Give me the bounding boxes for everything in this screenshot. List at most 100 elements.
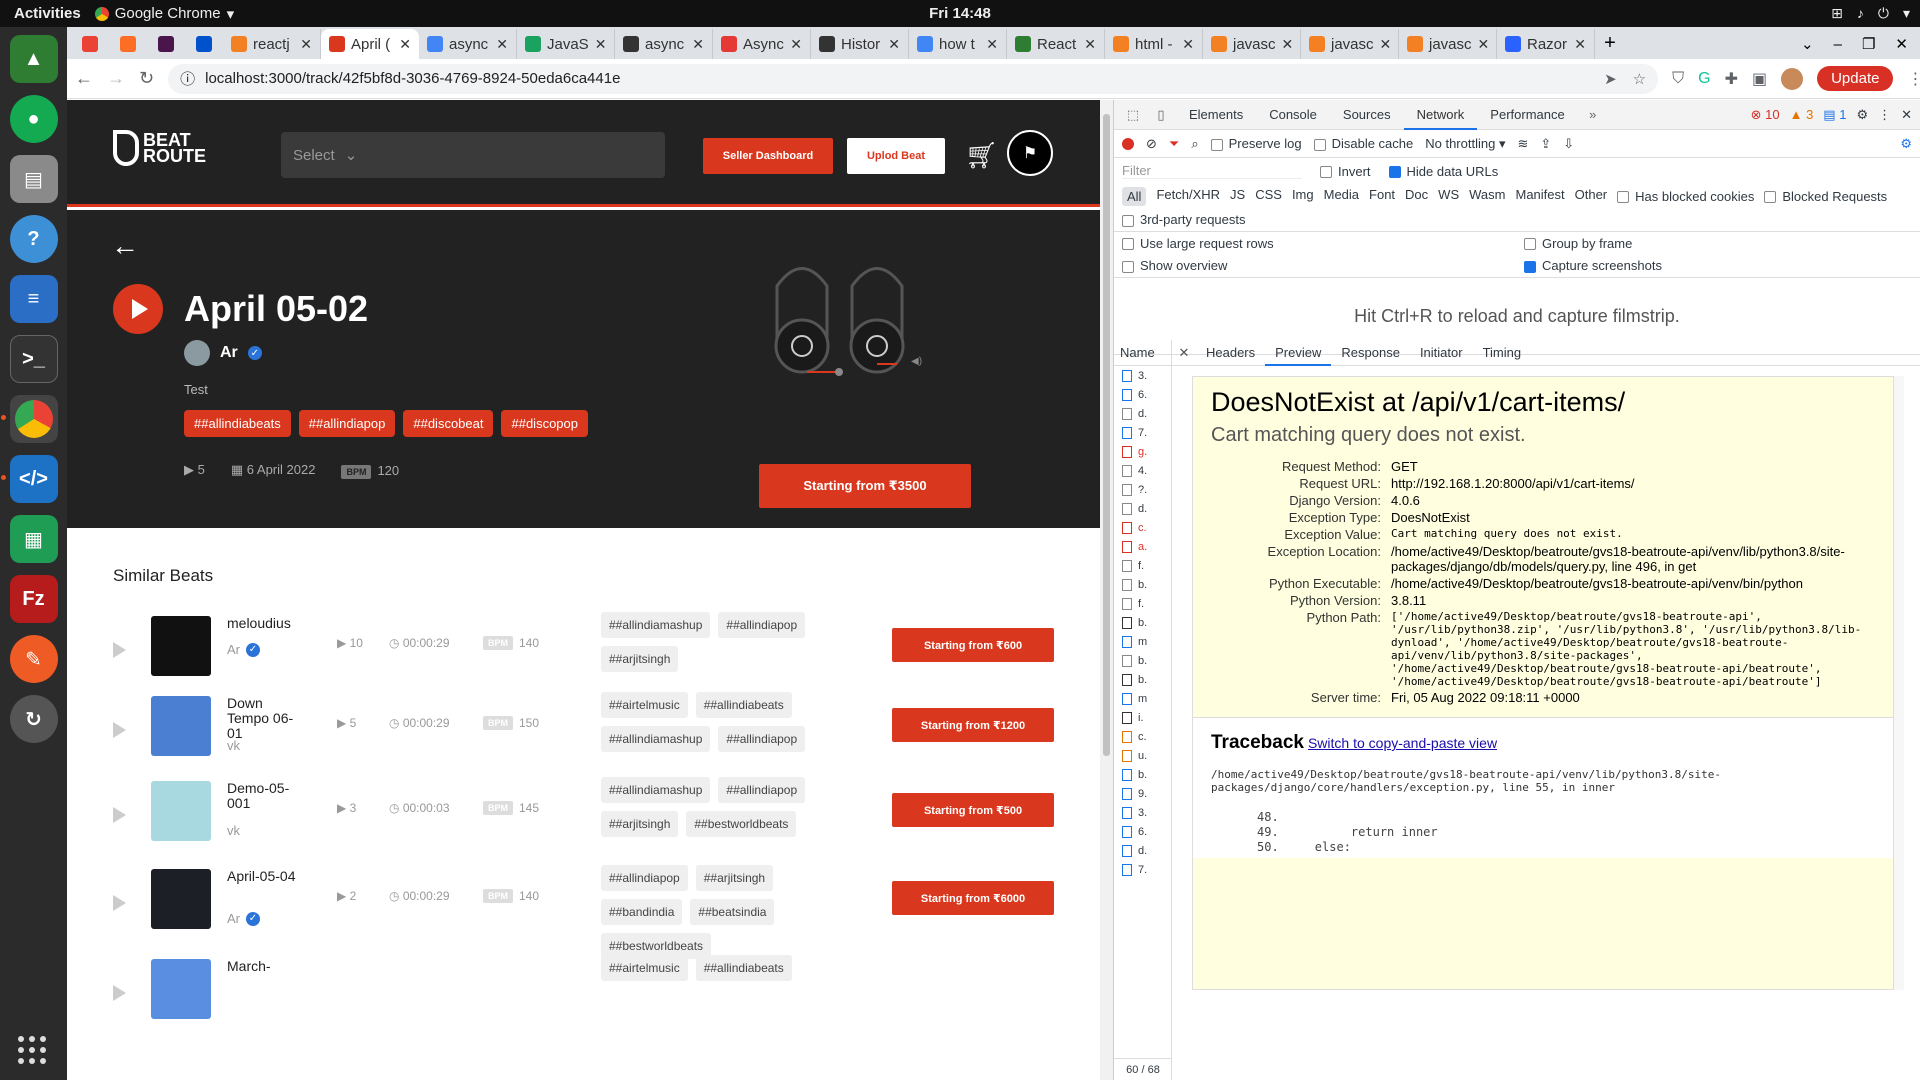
beat-artist[interactable]: Ar ✓ <box>227 642 260 657</box>
browser-tab[interactable]: Razor ✕ <box>1497 29 1595 59</box>
hashtag[interactable]: ##allindiabeats <box>184 410 291 437</box>
new-tab-button[interactable]: + <box>1595 29 1625 59</box>
copy-paste-view-link[interactable]: Switch to copy-and-paste view <box>1308 735 1497 751</box>
throttling-select[interactable]: No throttling ▾ <box>1425 136 1505 152</box>
message-count[interactable]: ▤ 1 <box>1823 107 1846 123</box>
devtools-tab-network[interactable]: Network <box>1403 100 1478 130</box>
request-row[interactable]: 9. <box>1114 784 1171 803</box>
type-filter-manifest[interactable]: Manifest <box>1515 187 1564 206</box>
request-row[interactable]: u. <box>1114 746 1171 765</box>
type-filter-all[interactable]: All <box>1122 186 1147 206</box>
beat-name[interactable]: Down Tempo 06-01 <box>227 696 307 741</box>
scrollbar-thumb[interactable] <box>1103 114 1110 756</box>
browser-tab[interactable]: javasc ✕ <box>1301 29 1399 59</box>
request-row[interactable]: b. <box>1114 670 1171 689</box>
help-icon[interactable]: ? <box>9 215 58 263</box>
hashtag[interactable]: ##beatsindia <box>690 899 775 925</box>
hashtag[interactable]: ##arjitsingh <box>695 865 774 891</box>
browser-tab[interactable]: html - ✕ <box>1105 29 1203 59</box>
detail-tab-preview[interactable]: Preview <box>1265 340 1332 366</box>
beat-name[interactable]: April-05-04 <box>227 869 307 884</box>
browser-tab[interactable]: how t ✕ <box>909 29 1007 59</box>
system-tray[interactable]: ⊞ ♪ ⏻ ▾ <box>1831 5 1910 22</box>
software-updater-icon[interactable]: ↻ <box>9 695 58 743</box>
writer-icon[interactable]: ≡ <box>9 275 58 323</box>
hashtag[interactable]: ##allindiapop <box>298 410 396 437</box>
hashtag[interactable]: ##allindiabeats <box>695 692 792 718</box>
browser-tab[interactable]: reactj ✕ <box>223 29 321 59</box>
more-menu-icon[interactable]: ⋮ <box>1907 69 1920 89</box>
type-filter-ws[interactable]: WS <box>1438 187 1459 206</box>
beat-artist[interactable]: vk <box>227 823 240 838</box>
bookmark-star-icon[interactable]: ☆ <box>1633 70 1646 88</box>
play-icon[interactable] <box>113 642 126 658</box>
site-logo[interactable]: BEAT ROUTE <box>113 130 206 166</box>
beat-thumbnail[interactable] <box>151 869 211 929</box>
record-icon[interactable] <box>1122 137 1134 150</box>
type-filter-fetch-xhr[interactable]: Fetch/XHR <box>1156 187 1220 206</box>
detail-tab-headers[interactable]: Headers <box>1196 340 1265 366</box>
inspect-element-icon[interactable]: ⬚ <box>1120 107 1146 123</box>
update-button[interactable]: Update <box>1817 66 1894 91</box>
preview-scrollbar[interactable] <box>1894 376 1904 990</box>
tab-close-icon[interactable]: ✕ <box>1084 36 1096 53</box>
close-devtools-icon[interactable]: ✕ <box>1901 107 1912 123</box>
type-filter-font[interactable]: Font <box>1369 187 1395 206</box>
request-row[interactable]: f. <box>1114 594 1171 613</box>
upload-beat-button[interactable]: Uplod Beat <box>847 138 945 174</box>
hashtag[interactable]: ##allindiabeats <box>695 955 792 981</box>
type-filter-doc[interactable]: Doc <box>1405 187 1428 206</box>
type-filter-wasm[interactable]: Wasm <box>1469 187 1505 206</box>
beat-name[interactable]: March- <box>227 959 307 974</box>
tab-close-icon[interactable]: ✕ <box>986 36 998 53</box>
play-icon[interactable] <box>113 895 126 911</box>
address-bar[interactable]: ⓘ localhost:3000/track/42f5bf8d-3036-476… <box>168 63 1659 94</box>
type-filter-media[interactable]: Media <box>1324 187 1359 206</box>
tab-close-icon[interactable]: ✕ <box>1478 36 1490 53</box>
tab-close-icon[interactable]: ✕ <box>790 36 802 53</box>
minimize-icon[interactable]: – <box>1834 36 1842 53</box>
seller-dashboard-button[interactable]: Seller Dashboard <box>703 138 833 174</box>
tab-close-icon[interactable]: ✕ <box>496 36 508 53</box>
browser-tab[interactable]: Async ✕ <box>713 29 811 59</box>
side-panel-icon[interactable]: ▣ <box>1752 69 1767 89</box>
browser-tab[interactable]: Histor ✕ <box>811 29 909 59</box>
network-conditions-icon[interactable]: ≋ <box>1517 136 1528 152</box>
hashtag[interactable]: ##allindiapop <box>718 612 806 638</box>
browser-tab[interactable]: javasc ✕ <box>1203 29 1301 59</box>
terminal-icon[interactable]: >_ <box>9 335 58 383</box>
genre-select[interactable]: Select ⌄ <box>281 132 665 178</box>
settings-gear-icon[interactable]: ⚙ <box>1856 107 1868 123</box>
hashtag[interactable]: ##arjitsingh <box>601 646 679 672</box>
browser-tab[interactable] <box>185 29 223 59</box>
more-options-icon[interactable]: ⋮ <box>1878 107 1891 123</box>
activities-button[interactable]: Activities <box>0 5 95 22</box>
tab-close-icon[interactable]: ✕ <box>1182 36 1194 53</box>
page-scrollbar[interactable] <box>1100 100 1113 1080</box>
more-tabs-icon[interactable]: » <box>1580 107 1606 122</box>
vscode-icon[interactable]: </> <box>0 455 58 503</box>
devtools-tab-elements[interactable]: Elements <box>1176 100 1256 130</box>
detail-tab-timing[interactable]: Timing <box>1473 340 1532 366</box>
disable-cache-checkbox[interactable]: Disable cache <box>1313 136 1413 151</box>
request-row[interactable]: 7. <box>1114 423 1171 442</box>
puzzle-icon[interactable]: ✚ <box>1725 69 1738 89</box>
request-row[interactable]: b. <box>1114 613 1171 632</box>
beat-thumbnail[interactable] <box>151 616 211 676</box>
export-har-icon[interactable]: ⇩ <box>1563 136 1574 152</box>
files-icon[interactable]: ▤ <box>9 155 58 203</box>
error-count[interactable]: ⊗ 10 <box>1751 107 1780 123</box>
buy-beat-button[interactable]: Starting from ₹500 <box>892 793 1054 827</box>
browser-tab[interactable] <box>71 29 109 59</box>
request-row[interactable]: m <box>1114 632 1171 651</box>
request-row[interactable]: g. <box>1114 442 1171 461</box>
hashtag[interactable]: ##airtelmusic <box>601 955 688 981</box>
play-button[interactable] <box>113 284 163 334</box>
browser-tab[interactable]: React ✕ <box>1007 29 1105 59</box>
maximize-icon[interactable]: ❐ <box>1862 35 1875 53</box>
mongodb-compass-icon[interactable]: ● <box>9 95 58 143</box>
request-row[interactable]: d. <box>1114 841 1171 860</box>
group-by-frame-checkbox[interactable]: Group by frame <box>1524 236 1632 251</box>
invert-checkbox[interactable]: Invert <box>1320 164 1371 179</box>
request-row[interactable]: b. <box>1114 575 1171 594</box>
